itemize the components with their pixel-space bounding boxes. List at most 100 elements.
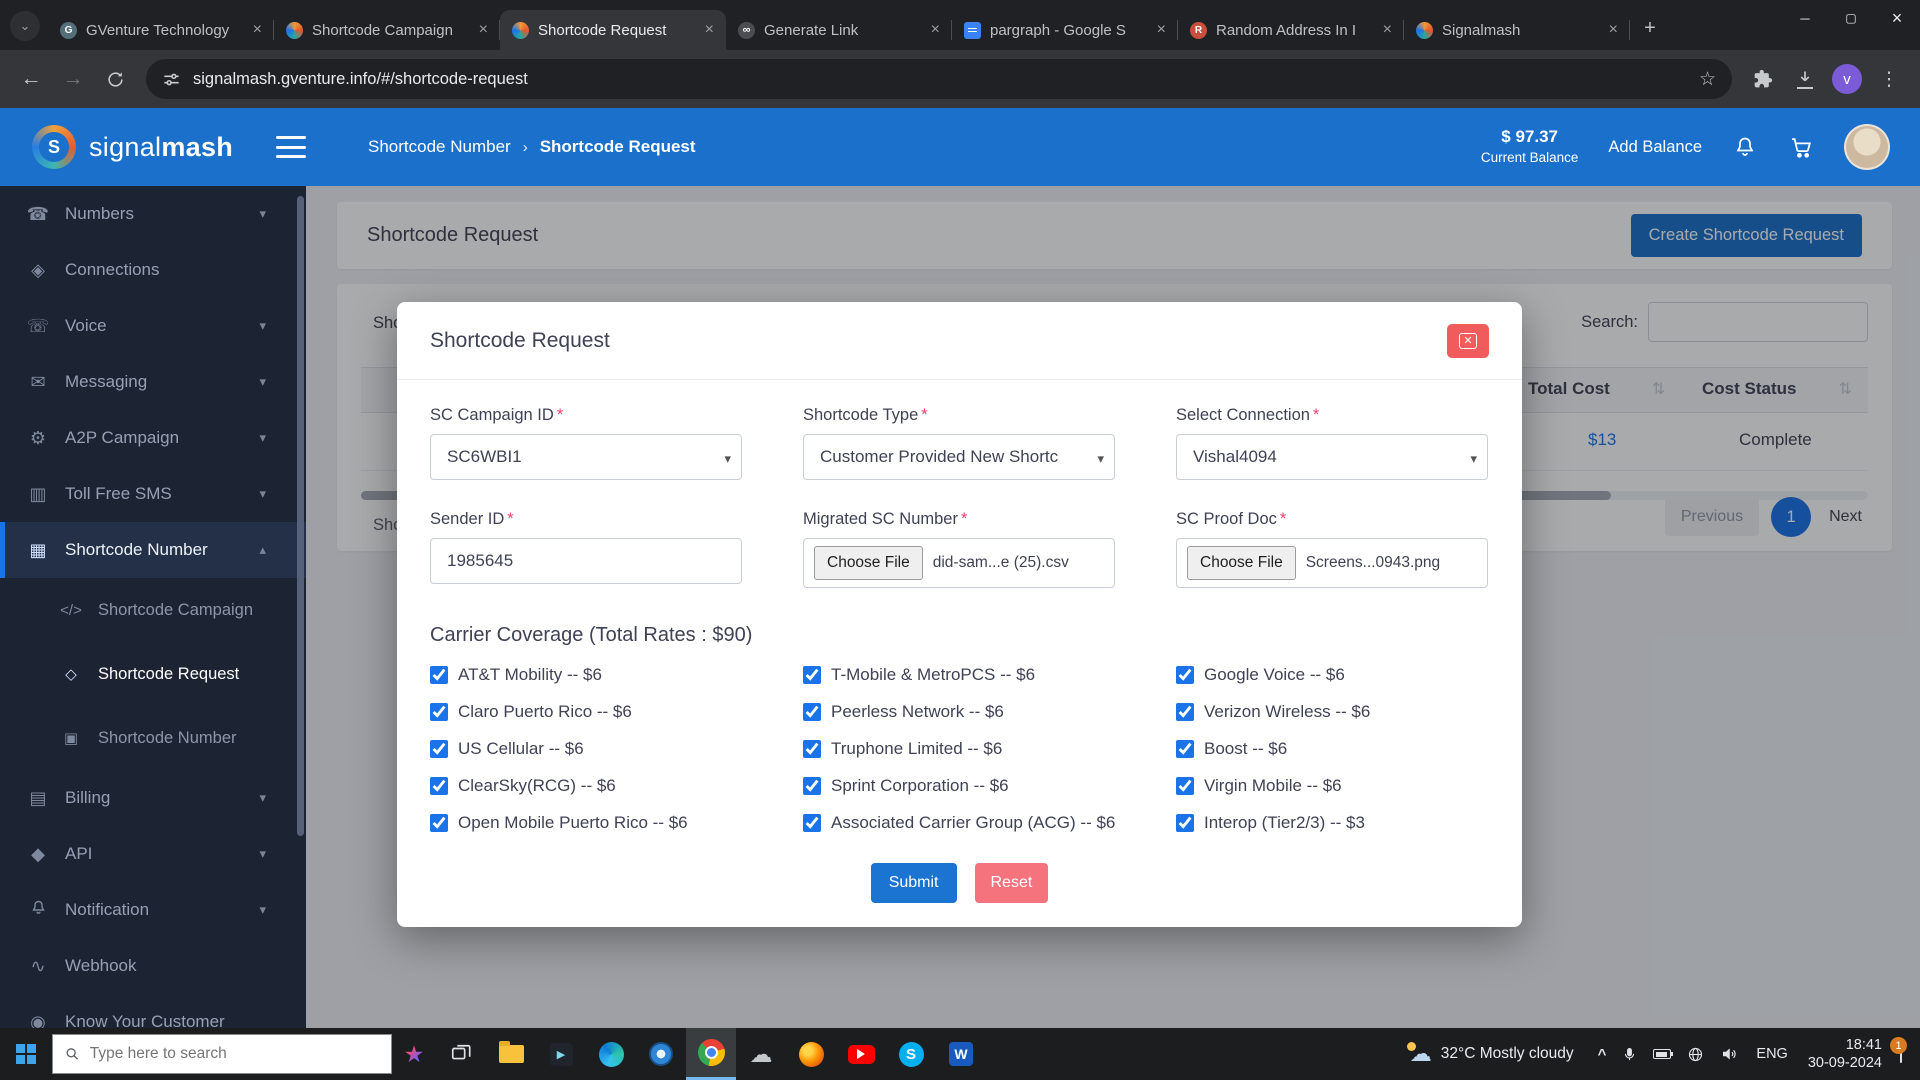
sidebar-item-a2p-campaign[interactable]: ⚙ A2P Campaign ▾ (0, 410, 306, 466)
sidebar-item-know-your-customer[interactable]: ◉ Know Your Customer (0, 994, 306, 1028)
sidebar-item-voice[interactable]: ☏ Voice ▾ (0, 298, 306, 354)
modal-close-button[interactable]: ✕ (1447, 324, 1489, 358)
taskbar-search-input[interactable] (90, 1045, 379, 1063)
copilot-button[interactable]: ★ (392, 1028, 436, 1080)
carrier-checkbox-item[interactable]: Truphone Limited -- $6 (803, 739, 1115, 759)
sc-campaign-id-select[interactable]: SC6WBI1 ▾ (430, 434, 742, 480)
sidebar-item-numbers[interactable]: ☎ Numbers ▾ (0, 186, 306, 242)
carrier-checkbox[interactable] (430, 814, 448, 832)
sidebar-item-connections[interactable]: ◈ Connections (0, 242, 306, 298)
carrier-checkbox-item[interactable]: AT&T Mobility -- $6 (430, 665, 742, 685)
weather-widget[interactable]: ☁ 32°C Mostly cloudy (1394, 1028, 1590, 1080)
address-bar[interactable]: signalmash.gventure.info/#/shortcode-req… (146, 59, 1732, 99)
sidebar-item-api[interactable]: ◆ API ▾ (0, 826, 306, 882)
sidebar-subitem-shortcode-request[interactable]: ◇ Shortcode Request (0, 642, 306, 706)
carrier-checkbox-item[interactable]: Associated Carrier Group (ACG) -- $6 (803, 813, 1115, 833)
carrier-checkbox[interactable] (430, 740, 448, 758)
tab-shortcode-request-active[interactable]: Shortcode Request × (500, 10, 726, 50)
tab-shortcode-campaign[interactable]: Shortcode Campaign × (274, 10, 500, 50)
volume-tray-icon[interactable] (1712, 1028, 1746, 1080)
sc-proof-doc-file-input[interactable]: Choose File Screens...0943.png (1176, 538, 1488, 588)
carrier-checkbox-item[interactable]: Open Mobile Puerto Rico -- $6 (430, 813, 742, 833)
carrier-checkbox-item[interactable]: Claro Puerto Rico -- $6 (430, 702, 742, 722)
tab-signalmash[interactable]: Signalmash × (1404, 10, 1630, 50)
action-center-button[interactable]: 1 (1900, 1045, 1902, 1063)
window-minimize-button[interactable]: ─ (1782, 0, 1828, 36)
choose-file-button[interactable]: Choose File (1187, 546, 1296, 580)
extensions-button[interactable] (1744, 60, 1782, 98)
carrier-checkbox[interactable] (803, 703, 821, 721)
tab-gventure[interactable]: G GVenture Technology × (48, 10, 274, 50)
taskbar-search-box[interactable] (52, 1034, 392, 1074)
sidebar-subitem-shortcode-number[interactable]: ▣ Shortcode Number (0, 706, 306, 770)
media-app-button[interactable]: ▶ (536, 1028, 586, 1080)
carrier-checkbox[interactable] (803, 777, 821, 795)
carrier-checkbox[interactable] (1176, 814, 1194, 832)
tab-close-icon[interactable]: × (251, 21, 264, 39)
bookmark-star-icon[interactable]: ☆ (1699, 68, 1716, 91)
sidebar-scrollbar[interactable] (297, 196, 304, 836)
carrier-checkbox[interactable] (1176, 740, 1194, 758)
microphone-tray-icon[interactable] (1614, 1028, 1645, 1080)
firefox-button[interactable] (786, 1028, 836, 1080)
carrier-checkbox-item[interactable]: ClearSky(RCG) -- $6 (430, 776, 742, 796)
tray-overflow-button[interactable]: ^ (1590, 1028, 1615, 1080)
carrier-checkbox-item[interactable]: Sprint Corporation -- $6 (803, 776, 1115, 796)
carrier-checkbox[interactable] (430, 777, 448, 795)
add-balance-button[interactable]: Add Balance (1608, 138, 1702, 157)
sidebar-item-messaging[interactable]: ✉ Messaging ▾ (0, 354, 306, 410)
tab-generate-link[interactable]: ∞ Generate Link × (726, 10, 952, 50)
sender-id-input[interactable] (430, 538, 742, 584)
reset-button[interactable]: Reset (975, 863, 1049, 903)
cart-button[interactable] (1788, 134, 1814, 160)
sidebar-item-billing[interactable]: ▤ Billing ▾ (0, 770, 306, 826)
sidebar-subitem-shortcode-campaign[interactable]: </> Shortcode Campaign (0, 578, 306, 642)
back-button[interactable]: ← (12, 60, 50, 98)
sidebar-item-toll-free-sms[interactable]: ▥ Toll Free SMS ▾ (0, 466, 306, 522)
window-maximize-button[interactable]: ▢ (1828, 0, 1874, 36)
brand[interactable]: S signalmash (0, 125, 250, 169)
carrier-checkbox-item[interactable]: Virgin Mobile -- $6 (1176, 776, 1488, 796)
tab-close-icon[interactable]: × (1155, 21, 1168, 39)
onedrive-button[interactable]: ☁ (736, 1028, 786, 1080)
carrier-checkbox-item[interactable]: Peerless Network -- $6 (803, 702, 1115, 722)
carrier-checkbox[interactable] (803, 814, 821, 832)
tab-close-icon[interactable]: × (477, 21, 490, 39)
carrier-checkbox[interactable] (803, 740, 821, 758)
url-text[interactable]: signalmash.gventure.info/#/shortcode-req… (193, 70, 1687, 89)
new-tab-button[interactable]: + (1634, 12, 1666, 44)
downloads-button[interactable] (1786, 60, 1824, 98)
skype-button[interactable]: S (886, 1028, 936, 1080)
battery-tray-icon[interactable] (1645, 1028, 1679, 1080)
migrated-sc-number-file-input[interactable]: Choose File did-sam...e (25).csv (803, 538, 1115, 588)
carrier-checkbox-item[interactable]: Verizon Wireless -- $6 (1176, 702, 1488, 722)
carrier-checkbox[interactable] (1176, 666, 1194, 684)
task-view-button[interactable] (436, 1028, 486, 1080)
chrome-button-active[interactable] (686, 1028, 736, 1080)
browser-profile-button[interactable]: v (1828, 60, 1866, 98)
lens-app-button[interactable] (636, 1028, 686, 1080)
tab-random-address[interactable]: R Random Address In I × (1178, 10, 1404, 50)
tab-google-search[interactable]: pargraph - Google S × (952, 10, 1178, 50)
carrier-checkbox[interactable] (430, 666, 448, 684)
carrier-checkbox-item[interactable]: US Cellular -- $6 (430, 739, 742, 759)
site-info-icon[interactable] (162, 70, 181, 89)
youtube-button[interactable] (836, 1028, 886, 1080)
taskbar-clock[interactable]: 18:41 30-09-2024 (1798, 1036, 1892, 1072)
carrier-checkbox-item[interactable]: Interop (Tier2/3) -- $3 (1176, 813, 1488, 833)
user-avatar[interactable] (1844, 124, 1890, 170)
breadcrumb-parent[interactable]: Shortcode Number (368, 137, 511, 157)
carrier-checkbox-item[interactable]: Boost -- $6 (1176, 739, 1488, 759)
forward-button[interactable]: → (54, 60, 92, 98)
carrier-checkbox[interactable] (803, 666, 821, 684)
reload-button[interactable] (96, 60, 134, 98)
word-button[interactable]: W (936, 1028, 986, 1080)
carrier-checkbox[interactable] (1176, 703, 1194, 721)
browser-menu-button[interactable]: ⋮ (1870, 60, 1908, 98)
tab-close-icon[interactable]: × (929, 21, 942, 39)
sidebar-item-webhook[interactable]: ∿ Webhook (0, 938, 306, 994)
carrier-checkbox-item[interactable]: T-Mobile & MetroPCS -- $6 (803, 665, 1115, 685)
sidebar-item-notification[interactable]: Notification ▾ (0, 882, 306, 938)
sidebar-item-shortcode-number[interactable]: ▦ Shortcode Number ▴ (0, 522, 306, 578)
tab-close-icon[interactable]: × (1381, 21, 1394, 39)
